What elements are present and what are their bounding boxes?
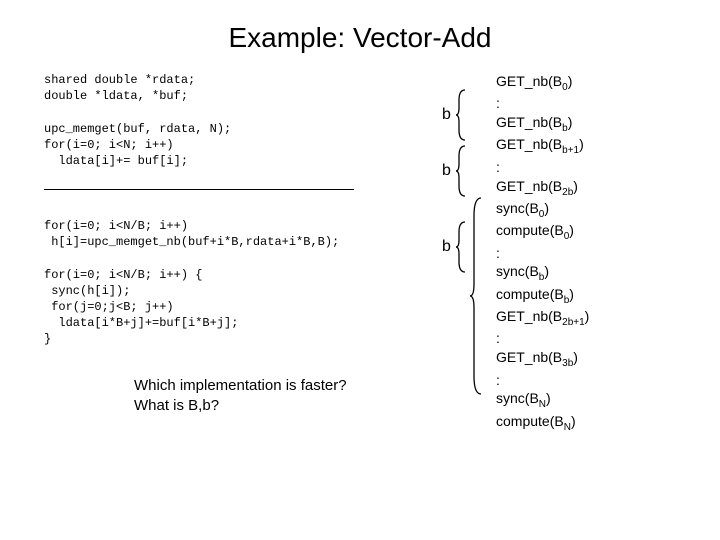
code-block-1: shared double *rdata; double *ldata, *bu… [44,72,424,169]
timeline-item: sync(Bb) [496,262,688,284]
timeline-item: : [496,329,688,348]
timeline-item: compute(Bb) [496,285,688,307]
b-label-1: b [442,106,451,124]
timeline-item: GET_nb(B2b) [496,177,688,199]
timeline-item: : [496,371,688,390]
timeline-item: GET_nb(B3b) [496,348,688,370]
divider [44,189,354,190]
b-group-2: b [442,144,469,198]
left-column: shared double *rdata; double *ldata, *bu… [44,72,434,434]
question-text: Which implementation is faster? What is … [134,376,424,417]
code-block-2: for(i=0; i<N/B; i++) h[i]=upc_memget_nb(… [44,218,424,348]
brace-icon [455,88,469,142]
right-column: b b b GET_nb(B0):GET_nb(Bb)GET_nb(Bb+1):… [434,72,688,434]
timeline-item: sync(BN) [496,389,688,411]
brace-icon [455,220,469,274]
b-label-3: b [442,238,451,256]
question-line-2: What is B,b? [134,396,424,416]
timeline-item: compute(BN) [496,412,688,434]
brace-icon [455,144,469,198]
timeline-item: compute(B0) [496,221,688,243]
b-group-3: b [442,220,469,274]
b-group-1: b [442,88,469,142]
timeline-item: sync(B0) [496,199,688,221]
timeline-item: GET_nb(B0) [496,72,688,94]
timeline-item: GET_nb(Bb+1) [496,135,688,157]
timeline-item: GET_nb(B2b+1) [496,307,688,329]
b-label-2: b [442,162,451,180]
question-line-1: Which implementation is faster? [134,376,424,396]
timeline-item: GET_nb(Bb) [496,113,688,135]
timeline-item: : [496,244,688,263]
timeline-item: : [496,158,688,177]
timeline-item: : [496,94,688,113]
brace-large-icon [469,196,485,396]
slide-title: Example: Vector-Add [0,0,720,72]
